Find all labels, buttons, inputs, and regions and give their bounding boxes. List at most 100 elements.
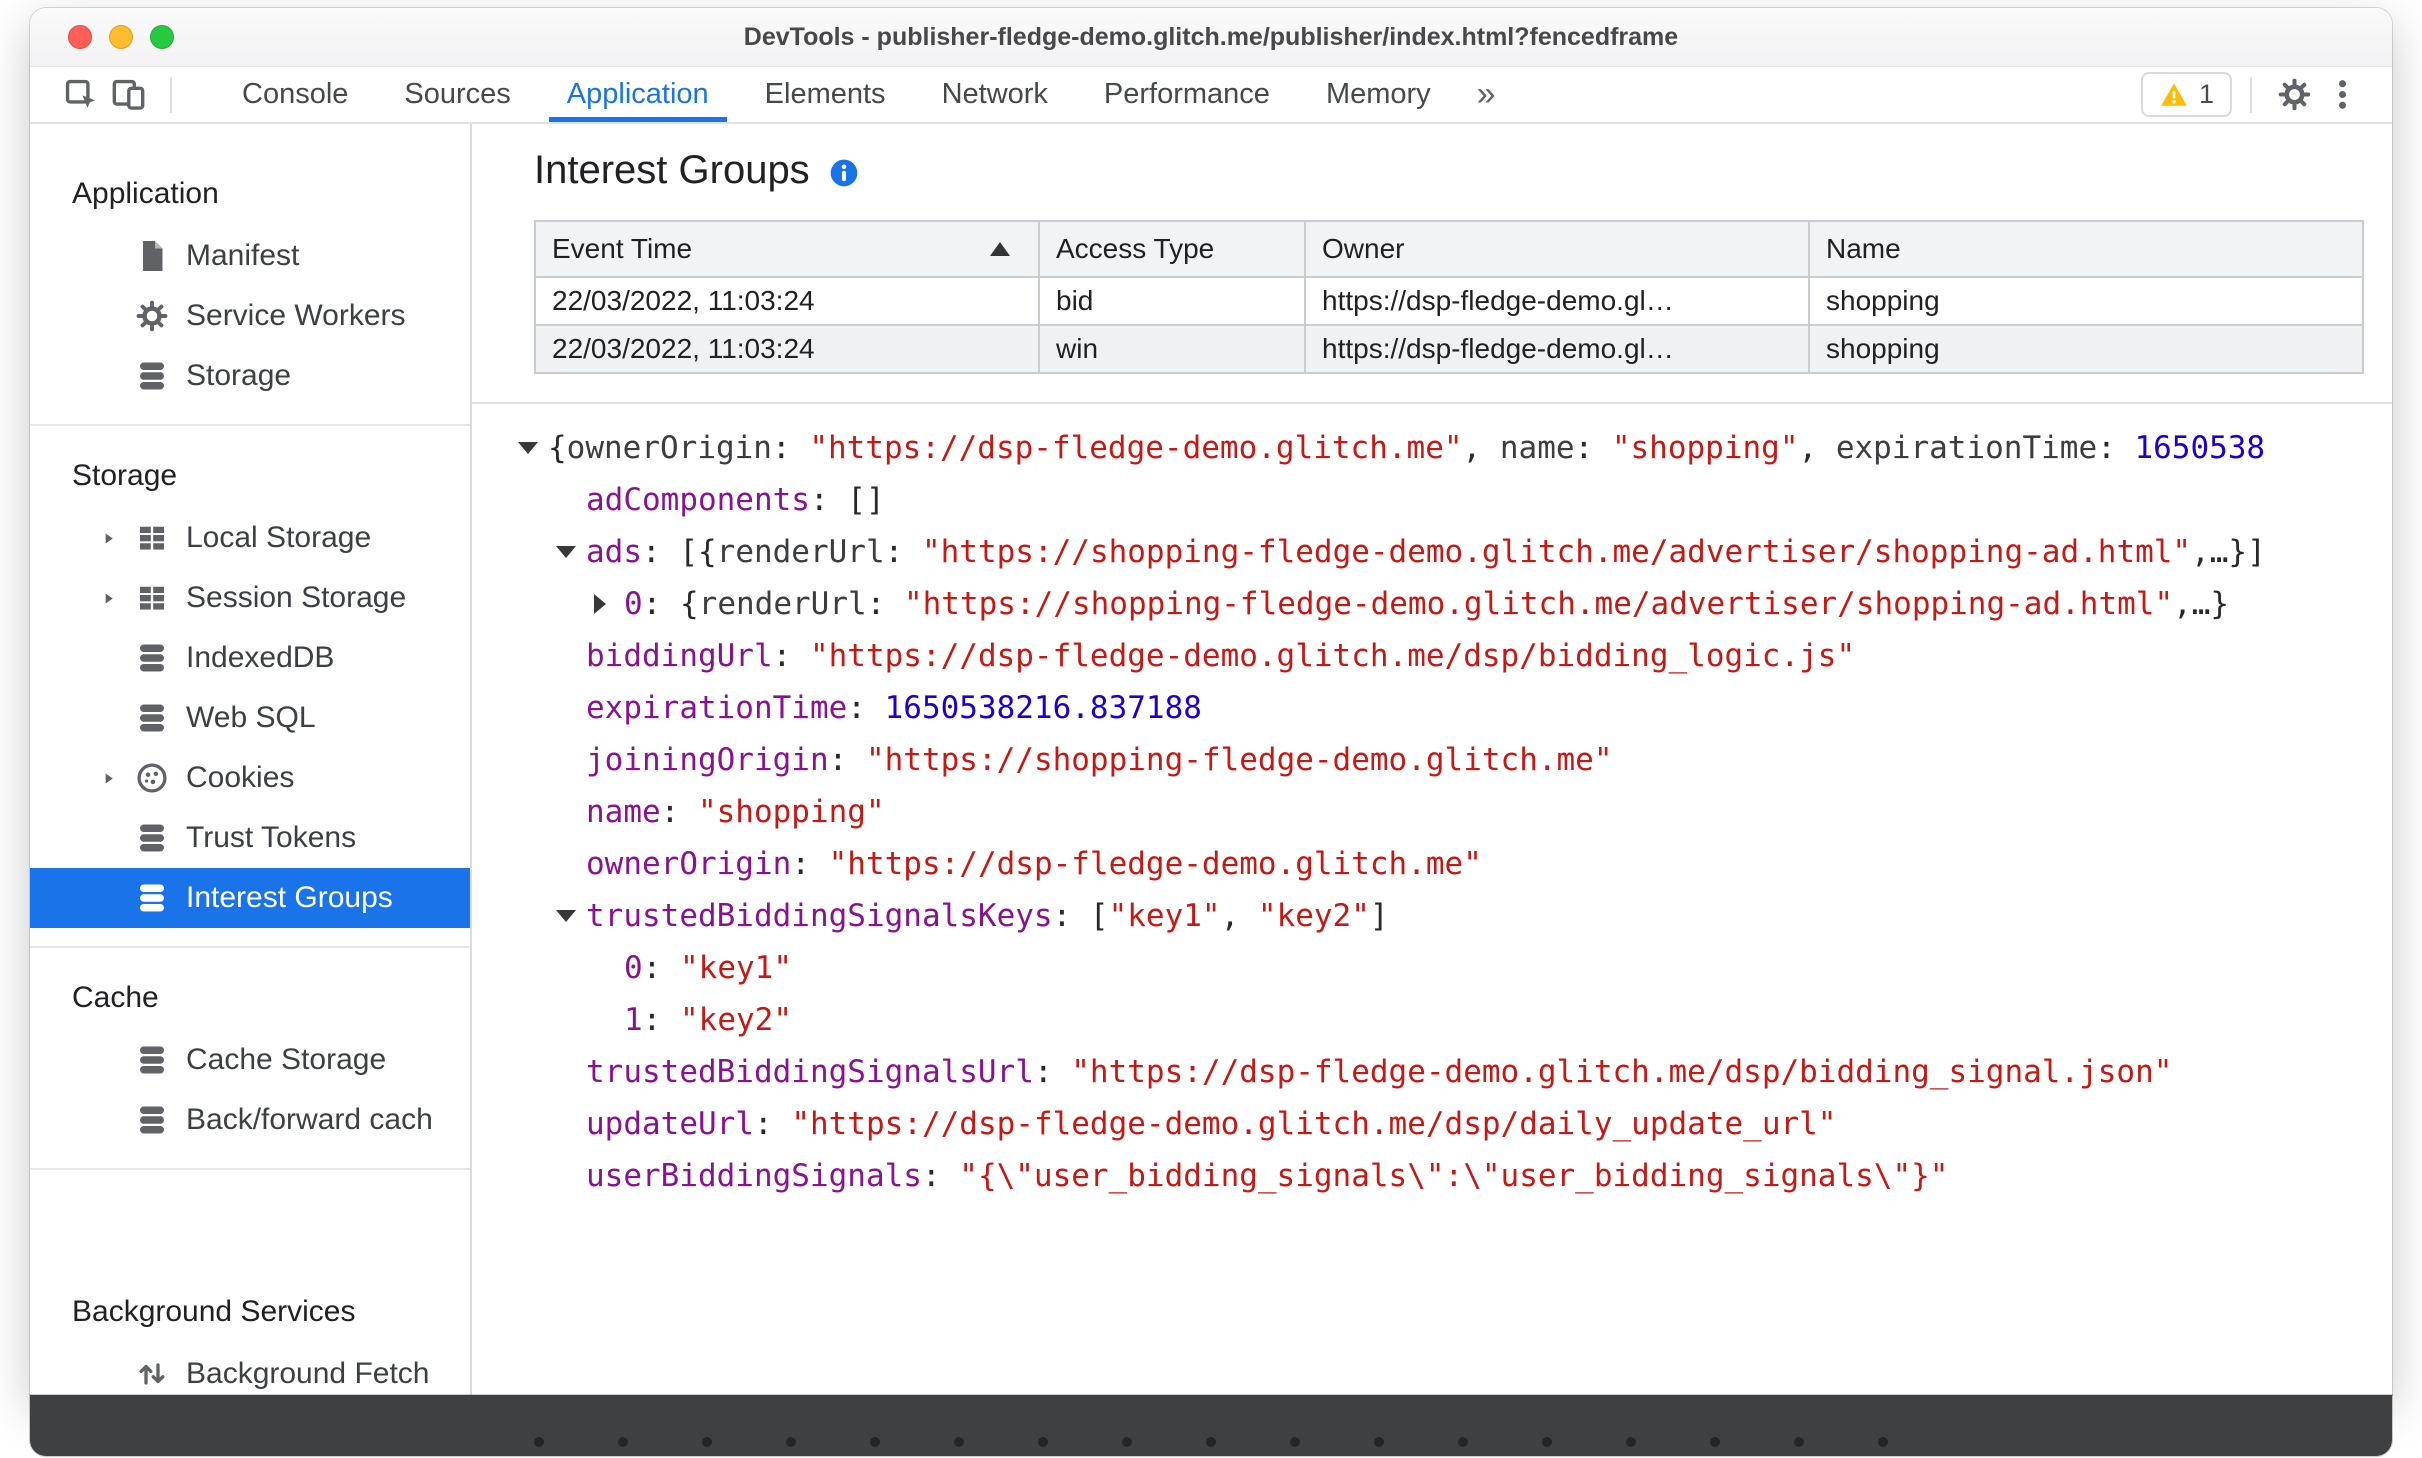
tree-line: trustedBiddingSignalsUrl: "https://dsp-f… <box>518 1046 2392 1098</box>
tree-token-plain: : [ <box>1052 898 1109 934</box>
sidebar-item-label: Storage <box>186 359 292 392</box>
table-row[interactable]: 22/03/2022, 11:03:24 win https://dsp-fledg… <box>534 324 2364 374</box>
bottom-bar-dot <box>1794 1437 1804 1447</box>
fullscreen-button[interactable] <box>150 25 174 49</box>
tree-token-plain: : [] <box>809 482 885 518</box>
table-cell: https://dsp-fledge-demo.gl… <box>1304 276 1810 326</box>
sidebar-item-web-sql[interactable]: Web SQL <box>30 688 470 748</box>
tree-line: userBiddingSignals: "{\"user_bidding_sig… <box>518 1150 2392 1202</box>
database-icon <box>134 358 170 394</box>
tree-line: updateUrl: "https://dsp-fledge-demo.glit… <box>518 1098 2392 1150</box>
sidebar-divider <box>30 946 470 948</box>
tree-token-plain: , <box>1462 430 1500 466</box>
device-toolbar-icon <box>112 79 144 110</box>
tree-expander-down-icon[interactable] <box>518 442 548 454</box>
column-header-access-type[interactable]: Access Type <box>1038 220 1306 278</box>
sidebar-item-interest-groups[interactable]: Interest Groups <box>30 868 470 928</box>
interest-groups-table: Event Time Access Type Owner Name 22/03/202… <box>534 220 2364 374</box>
tree-token-str: "shopping" <box>697 794 885 830</box>
sidebar-item-indexeddb[interactable]: IndexedDB <box>30 628 470 688</box>
tab-application[interactable]: Application <box>539 67 737 122</box>
tree-token-key: 0 <box>624 586 643 622</box>
tab-performance[interactable]: Performance <box>1076 67 1298 122</box>
more-tabs-button[interactable]: » <box>1459 67 1514 122</box>
column-header-name[interactable]: Name <box>1808 220 2364 278</box>
database-icon <box>134 640 170 676</box>
tab-memory[interactable]: Memory <box>1298 67 1459 122</box>
sidebar-section-title-background-services: Background Services <box>72 1295 356 1328</box>
tree-expander-down-icon[interactable] <box>556 546 586 558</box>
tree-token-str: "https://dsp-fledge-demo.glitch.me/dsp/b… <box>1071 1054 2173 1090</box>
tree-expander-down-icon[interactable] <box>556 910 586 922</box>
tab-network[interactable]: Network <box>914 67 1076 122</box>
database-icon <box>134 1102 170 1138</box>
tree-token-key: joiningOrigin <box>586 742 829 778</box>
cookie-icon <box>134 760 170 796</box>
database-icon <box>134 700 170 736</box>
sidebar-item-cookies[interactable]: Cookies <box>30 748 470 808</box>
tab-elements[interactable]: Elements <box>737 67 914 122</box>
settings-gear-button[interactable] <box>2270 71 2318 119</box>
bottom-bar-dot <box>702 1437 712 1447</box>
tree-token-key: ads <box>586 534 642 570</box>
sidebar-item-cache-storage[interactable]: Cache Storage <box>30 1030 470 1090</box>
bottom-bar-dot <box>1542 1437 1552 1447</box>
table-cell: 22/03/2022, 11:03:24 <box>534 276 1040 326</box>
table-row[interactable]: 22/03/2022, 11:03:24 bid https://dsp-fledg… <box>534 276 2364 326</box>
sidebar-item-back-forward-cach[interactable]: Back/forward cach <box>30 1090 470 1150</box>
json-tree: {ownerOrigin: "https://dsp-fledge-demo.g… <box>472 404 2392 1202</box>
sidebar-divider <box>30 1168 470 1170</box>
table-cell: 22/03/2022, 11:03:24 <box>534 324 1040 374</box>
table-cell: shopping <box>1808 276 2364 326</box>
info-icon[interactable] <box>828 157 860 189</box>
tree-token-key: name <box>586 794 661 830</box>
sidebar-item-label: Web SQL <box>186 701 316 734</box>
bottom-bar-dot <box>534 1437 544 1447</box>
table-cell: win <box>1038 324 1306 374</box>
titlebar[interactable]: DevTools - publisher-fledge-demo.glitch.… <box>30 8 2392 67</box>
toolbar-right-cluster: 1 <box>2140 71 2366 119</box>
sidebar-item-label: Trust Tokens <box>186 821 357 854</box>
sidebar-item-manifest[interactable]: Manifest <box>30 226 470 286</box>
tree-token-str: "https://dsp-fledge-demo.glitch.me" <box>809 430 1463 466</box>
column-header-owner[interactable]: Owner <box>1304 220 1810 278</box>
tree-token-plain: : <box>1033 1054 1072 1090</box>
expander-chevron-icon[interactable] <box>94 590 134 607</box>
sidebar-item-trust-tokens[interactable]: Trust Tokens <box>30 808 470 868</box>
column-label: Access Type <box>1056 233 1215 264</box>
sidebar-item-background-fetch[interactable]: Background Fetch <box>30 1344 470 1395</box>
sidebar-item-service-workers[interactable]: Service Workers <box>30 286 470 346</box>
tab-console[interactable]: Console <box>214 67 376 122</box>
tree-token-plain: , <box>1798 430 1836 466</box>
bottom-bar-dot <box>1458 1437 1468 1447</box>
sidebar-item-local-storage[interactable]: Local Storage <box>30 508 470 568</box>
expander-chevron-icon[interactable] <box>94 530 134 547</box>
tree-line: 0: "key1" <box>518 942 2392 994</box>
device-toolbar-button[interactable] <box>104 71 152 119</box>
column-header-event-time[interactable]: Event Time <box>534 220 1040 278</box>
inspect-element-button[interactable] <box>56 71 104 119</box>
tree-line: adComponents: [] <box>518 474 2392 526</box>
tree-token-str: "key1" <box>1108 898 1221 934</box>
tree-expander-right-icon[interactable] <box>594 594 624 614</box>
tab-sources[interactable]: Sources <box>376 67 538 122</box>
kebab-menu-icon <box>2338 80 2346 109</box>
tree-token-plain: : <box>642 950 680 986</box>
tree-token-key: updateUrl <box>586 1106 754 1142</box>
more-options-button[interactable] <box>2318 71 2366 119</box>
tree-token-key: 0 <box>624 950 643 986</box>
sidebar-item-session-storage[interactable]: Session Storage <box>30 568 470 628</box>
sidebar-divider <box>30 424 470 426</box>
tree-token-str: "https://shopping-fledge-demo.glitch.me/… <box>903 586 2174 622</box>
minimize-button[interactable] <box>109 25 133 49</box>
expander-chevron-icon[interactable] <box>94 770 134 787</box>
issues-badge[interactable]: 1 <box>2140 72 2232 117</box>
tree-token-plain: ,…}] <box>2191 534 2266 570</box>
close-button[interactable] <box>68 25 92 49</box>
sidebar-item-storage[interactable]: Storage <box>30 346 470 406</box>
table-icon <box>134 580 170 616</box>
tree-token-key: adComponents <box>586 482 810 518</box>
bottom-bar <box>30 1395 2392 1456</box>
bottom-bar-dot <box>1206 1437 1216 1447</box>
tree-token-num: 1650538216.837188 <box>884 690 1202 726</box>
